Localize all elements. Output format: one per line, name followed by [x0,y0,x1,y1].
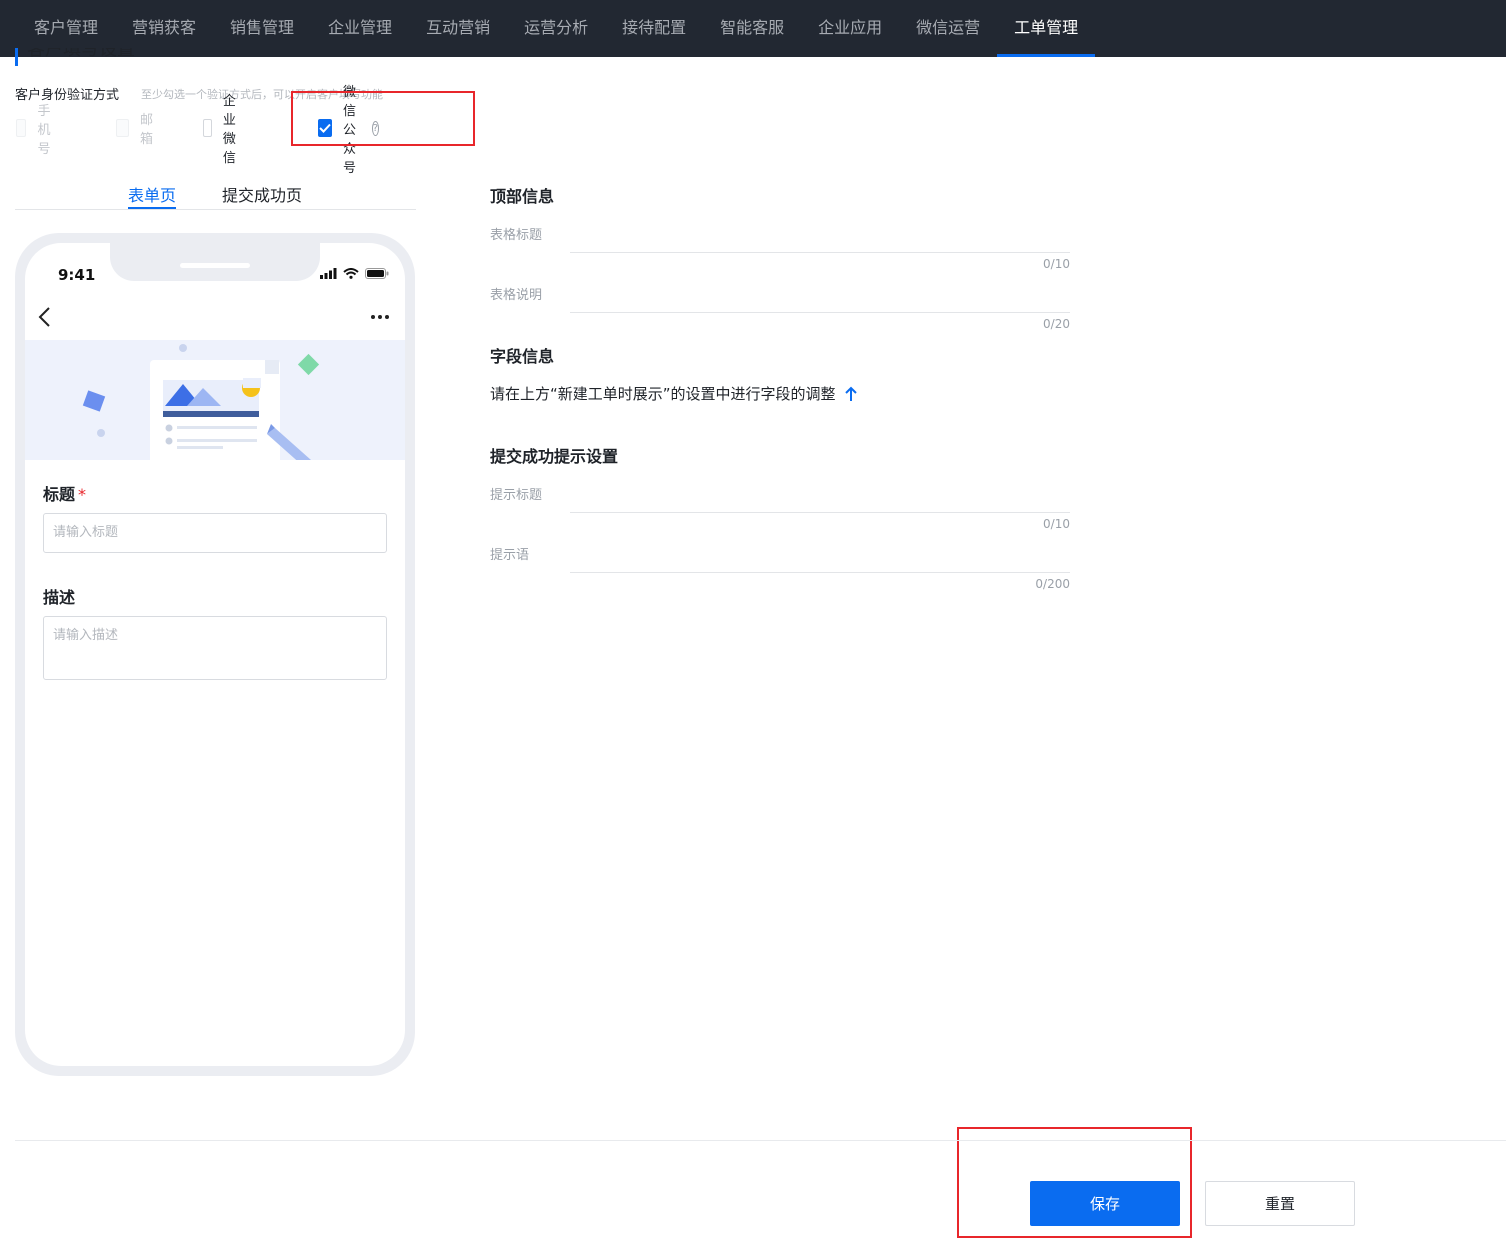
nav-item-enterprise-apps[interactable]: 企业应用 [801,0,899,57]
email-checkbox [116,119,130,137]
top-navigation: 客户管理 营销获客 销售管理 企业管理 互动营销 运营分析 接待配置 智能客服 … [0,0,1506,57]
nav-item-ticket-management[interactable]: 工单管理 [997,0,1096,57]
more-icon[interactable] [369,313,391,321]
option-wecom-label: 企业微信 [222,94,236,166]
illustration-icon [82,344,320,460]
form-banner-illustration [25,340,405,460]
reset-button[interactable]: 重置 [1205,1181,1355,1226]
option-wecom[interactable]: 企业微信 [203,94,245,166]
option-phone: 手机号 [16,104,58,157]
field-info-heading: 字段信息 [490,347,555,366]
title-field-label: 标题 * [43,485,87,504]
table-desc-input[interactable] [570,312,1070,313]
table-title-input[interactable] [570,252,1070,253]
nav-item-sales[interactable]: 销售管理 [213,0,311,57]
phone-preview: 9:41 标题 * 请输入标题 描述 请输入描述 [15,233,415,1076]
top-info-heading: 顶部信息 [490,187,555,206]
tip-title-label: 提示标题 [490,488,543,503]
option-phone-label: 手机号 [37,103,51,157]
preview-tabs: 表单页 提交成功页 [15,178,416,210]
title-input[interactable]: 请输入标题 [43,513,387,553]
nav-item-enterprise[interactable]: 企业管理 [311,0,409,57]
required-mark: * [78,485,87,504]
table-desc-count: 0/20 [1043,317,1070,331]
table-title-label: 表格标题 [490,228,543,243]
signal-icon [320,268,337,279]
back-arrow-icon[interactable] [37,305,53,329]
battery-icon [365,268,389,279]
desc-field-label: 描述 [43,588,76,607]
arrow-up-icon[interactable] [844,386,858,402]
table-title-count: 0/10 [1043,257,1070,271]
option-email: 邮箱 [116,113,158,147]
status-icons [320,268,389,279]
field-info-note-text: 请在上方“新建工单时展示”的设置中进行字段的调整 [490,385,836,403]
desc-input[interactable]: 请输入描述 [43,616,387,680]
phone-checkbox [16,119,27,137]
phone-notch [110,243,320,281]
nav-item-smart-service[interactable]: 智能客服 [703,0,801,57]
tip-text-count: 0/200 [1035,577,1070,591]
tip-title-input[interactable] [570,512,1070,513]
tab-form-page[interactable]: 表单页 [128,182,177,209]
save-button[interactable]: 保存 [1030,1181,1180,1226]
verify-method-label: 客户身份验证方式 [15,88,120,103]
field-info-note: 请在上方“新建工单时展示”的设置中进行字段的调整 [490,383,858,404]
wifi-icon [343,268,359,279]
tip-text-input[interactable] [570,572,1070,573]
option-email-label: 邮箱 [140,113,154,147]
status-time: 9:41 [58,266,96,284]
phone-screen: 9:41 标题 * 请输入标题 描述 请输入描述 [25,243,405,1066]
nav-item-wechat-ops[interactable]: 微信运营 [899,0,997,57]
success-tip-heading: 提交成功提示设置 [490,447,619,466]
tip-title-count: 0/10 [1043,517,1070,531]
wecom-checkbox[interactable] [203,119,212,137]
highlight-box-wechat [291,91,475,146]
nav-item-interactive[interactable]: 互动营销 [409,0,507,57]
section-title: 客户填写设置 [15,48,135,66]
footer-divider [15,1140,1506,1141]
nav-item-analytics[interactable]: 运营分析 [507,0,605,57]
tip-text-label: 提示语 [490,548,530,563]
table-desc-label: 表格说明 [490,288,543,303]
tab-success-page[interactable]: 提交成功页 [222,182,302,209]
nav-item-reception[interactable]: 接待配置 [605,0,703,57]
